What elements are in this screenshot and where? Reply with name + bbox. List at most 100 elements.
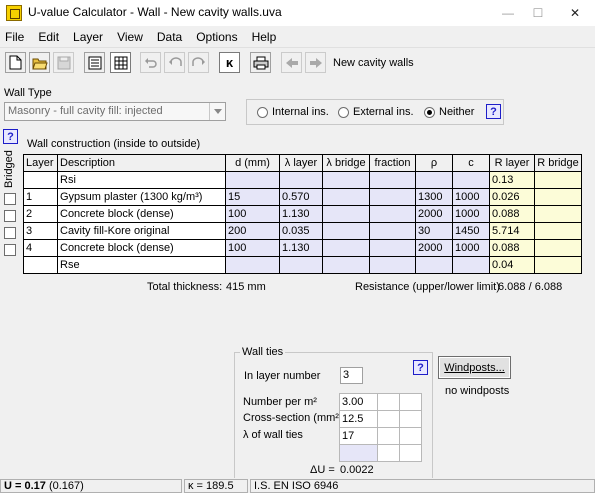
cell-rho[interactable] [415, 256, 453, 274]
wall-ties-help-button[interactable]: ? [413, 360, 428, 375]
table-row[interactable]: 2 Concrete block (dense) 100 1.130 2000 1000 0… [23, 205, 582, 223]
back-button[interactable] [281, 52, 302, 73]
new-document-button[interactable] [5, 52, 26, 73]
windposts-button[interactable]: Windposts... [438, 356, 511, 379]
cell-c[interactable] [452, 256, 490, 274]
cell-lambda-layer[interactable] [279, 171, 323, 189]
col-header-r-bridge[interactable]: R bridge [534, 154, 582, 172]
cell-lambda-layer[interactable] [279, 256, 323, 274]
cell-rho[interactable]: 2000 [415, 205, 453, 223]
bridged-checkbox-layer-1[interactable] [4, 193, 16, 205]
cell-layer[interactable] [23, 171, 58, 189]
cell-lambda-bridge[interactable] [322, 239, 370, 257]
cell-fraction[interactable] [369, 188, 416, 206]
cell-layer[interactable]: 4 [23, 239, 58, 257]
cell-c[interactable]: 1000 [452, 239, 490, 257]
table-row[interactable]: 3 Cavity fill-Kore original 200 0.035 30 1450… [23, 222, 582, 240]
cell-fraction[interactable] [369, 171, 416, 189]
table-row[interactable]: 4 Concrete block (dense) 100 1.130 2000 1000 0… [23, 239, 582, 257]
cell-fraction[interactable] [369, 205, 416, 223]
cell-description[interactable]: Concrete block (dense) [57, 205, 226, 223]
col-header-layer[interactable]: Layer [23, 154, 58, 172]
cell-r-bridge[interactable] [534, 239, 582, 257]
cell-d[interactable]: 100 [225, 239, 280, 257]
cell-rho[interactable]: 30 [415, 222, 453, 240]
cell-description[interactable]: Rse [57, 256, 226, 274]
cell-lambda-layer[interactable]: 0.570 [279, 188, 323, 206]
menu-layer[interactable]: Layer [73, 30, 103, 44]
cell-d[interactable] [225, 256, 280, 274]
cell-lambda-bridge[interactable] [322, 205, 370, 223]
cell-c[interactable]: 1450 [452, 222, 490, 240]
bridged-checkbox-layer-4[interactable] [4, 244, 16, 256]
cell-layer[interactable]: 3 [23, 222, 58, 240]
cell-c[interactable]: 1000 [452, 188, 490, 206]
cell-fraction[interactable] [369, 256, 416, 274]
col-header-rho[interactable]: ρ [415, 154, 453, 172]
cell-d[interactable] [225, 171, 280, 189]
radio-neither[interactable]: Neither [424, 106, 474, 118]
bridged-checkbox-layer-3[interactable] [4, 227, 16, 239]
in-layer-number-input[interactable]: 3 [340, 367, 363, 384]
cell-r-layer[interactable]: 0.04 [489, 256, 535, 274]
forward-button[interactable] [305, 52, 326, 73]
cell-lambda-layer[interactable]: 1.130 [279, 205, 323, 223]
cell-fraction[interactable] [369, 239, 416, 257]
cell-layer[interactable]: 1 [23, 188, 58, 206]
cell-r-layer[interactable]: 0.088 [489, 239, 535, 257]
menu-help[interactable]: Help [252, 30, 277, 44]
cell-description[interactable]: Cavity fill-Kore original [57, 222, 226, 240]
chevron-down-icon[interactable] [209, 103, 225, 120]
number-per-m2-value[interactable]: 3.00 [339, 393, 378, 411]
undo2-button[interactable] [164, 52, 185, 73]
cell-description[interactable]: Rsi [57, 171, 226, 189]
cell-r-layer[interactable]: 5.714 [489, 222, 535, 240]
cross-section-value[interactable]: 12.5 [339, 410, 378, 428]
menu-options[interactable]: Options [196, 30, 237, 44]
cell-lambda-bridge[interactable] [322, 256, 370, 274]
cell-layer[interactable] [23, 256, 58, 274]
cell-c[interactable]: 1000 [452, 205, 490, 223]
lambda-wall-ties-value[interactable]: 17 [339, 427, 378, 445]
menu-view[interactable]: View [117, 30, 143, 44]
cell-layer[interactable]: 2 [23, 205, 58, 223]
radio-internal-ins[interactable]: Internal ins. [257, 106, 329, 118]
cell-description[interactable]: Gypsum plaster (1300 kg/m³) [57, 188, 226, 206]
close-button[interactable]: ✕ [560, 0, 590, 26]
construction-help-button[interactable]: ? [3, 129, 18, 144]
cell-d[interactable]: 15 [225, 188, 280, 206]
wall-type-select[interactable]: Masonry - full cavity fill: injected [4, 102, 226, 121]
menu-edit[interactable]: Edit [38, 30, 59, 44]
cell-lambda-bridge[interactable] [322, 222, 370, 240]
cell-lambda-bridge[interactable] [322, 188, 370, 206]
cell-d[interactable]: 200 [225, 222, 280, 240]
cell-r-layer[interactable]: 0.13 [489, 171, 535, 189]
col-header-d[interactable]: d (mm) [225, 154, 280, 172]
cell-lambda-layer[interactable]: 0.035 [279, 222, 323, 240]
report-button[interactable] [84, 52, 105, 73]
save-button[interactable] [53, 52, 74, 73]
cell-lambda-bridge[interactable] [322, 171, 370, 189]
col-header-r-layer[interactable]: R layer [489, 154, 535, 172]
redo-button[interactable] [188, 52, 209, 73]
cell-description[interactable]: Concrete block (dense) [57, 239, 226, 257]
table-row[interactable]: 1 Gypsum plaster (1300 kg/m³) 15 0.570 1300 1… [23, 188, 582, 206]
cell-d[interactable]: 100 [225, 205, 280, 223]
radio-external-ins[interactable]: External ins. [338, 106, 414, 118]
undo-button[interactable] [140, 52, 161, 73]
cell-lambda-layer[interactable]: 1.130 [279, 239, 323, 257]
cell-r-bridge[interactable] [534, 171, 582, 189]
maximize-button[interactable]: ☐ [523, 0, 553, 26]
table-row[interactable]: Rsi 0.13 [23, 171, 582, 189]
cell-c[interactable] [452, 171, 490, 189]
col-header-fraction[interactable]: fraction [369, 154, 416, 172]
col-header-c[interactable]: c [452, 154, 490, 172]
bridged-checkbox-layer-2[interactable] [4, 210, 16, 222]
col-header-lambda-bridge[interactable]: λ bridge [322, 154, 370, 172]
menu-data[interactable]: Data [157, 30, 182, 44]
kappa-button[interactable]: κ [219, 52, 240, 73]
cell-r-bridge[interactable] [534, 222, 582, 240]
print-button[interactable] [250, 52, 271, 73]
cell-rho[interactable]: 2000 [415, 239, 453, 257]
cell-r-layer[interactable]: 0.088 [489, 205, 535, 223]
